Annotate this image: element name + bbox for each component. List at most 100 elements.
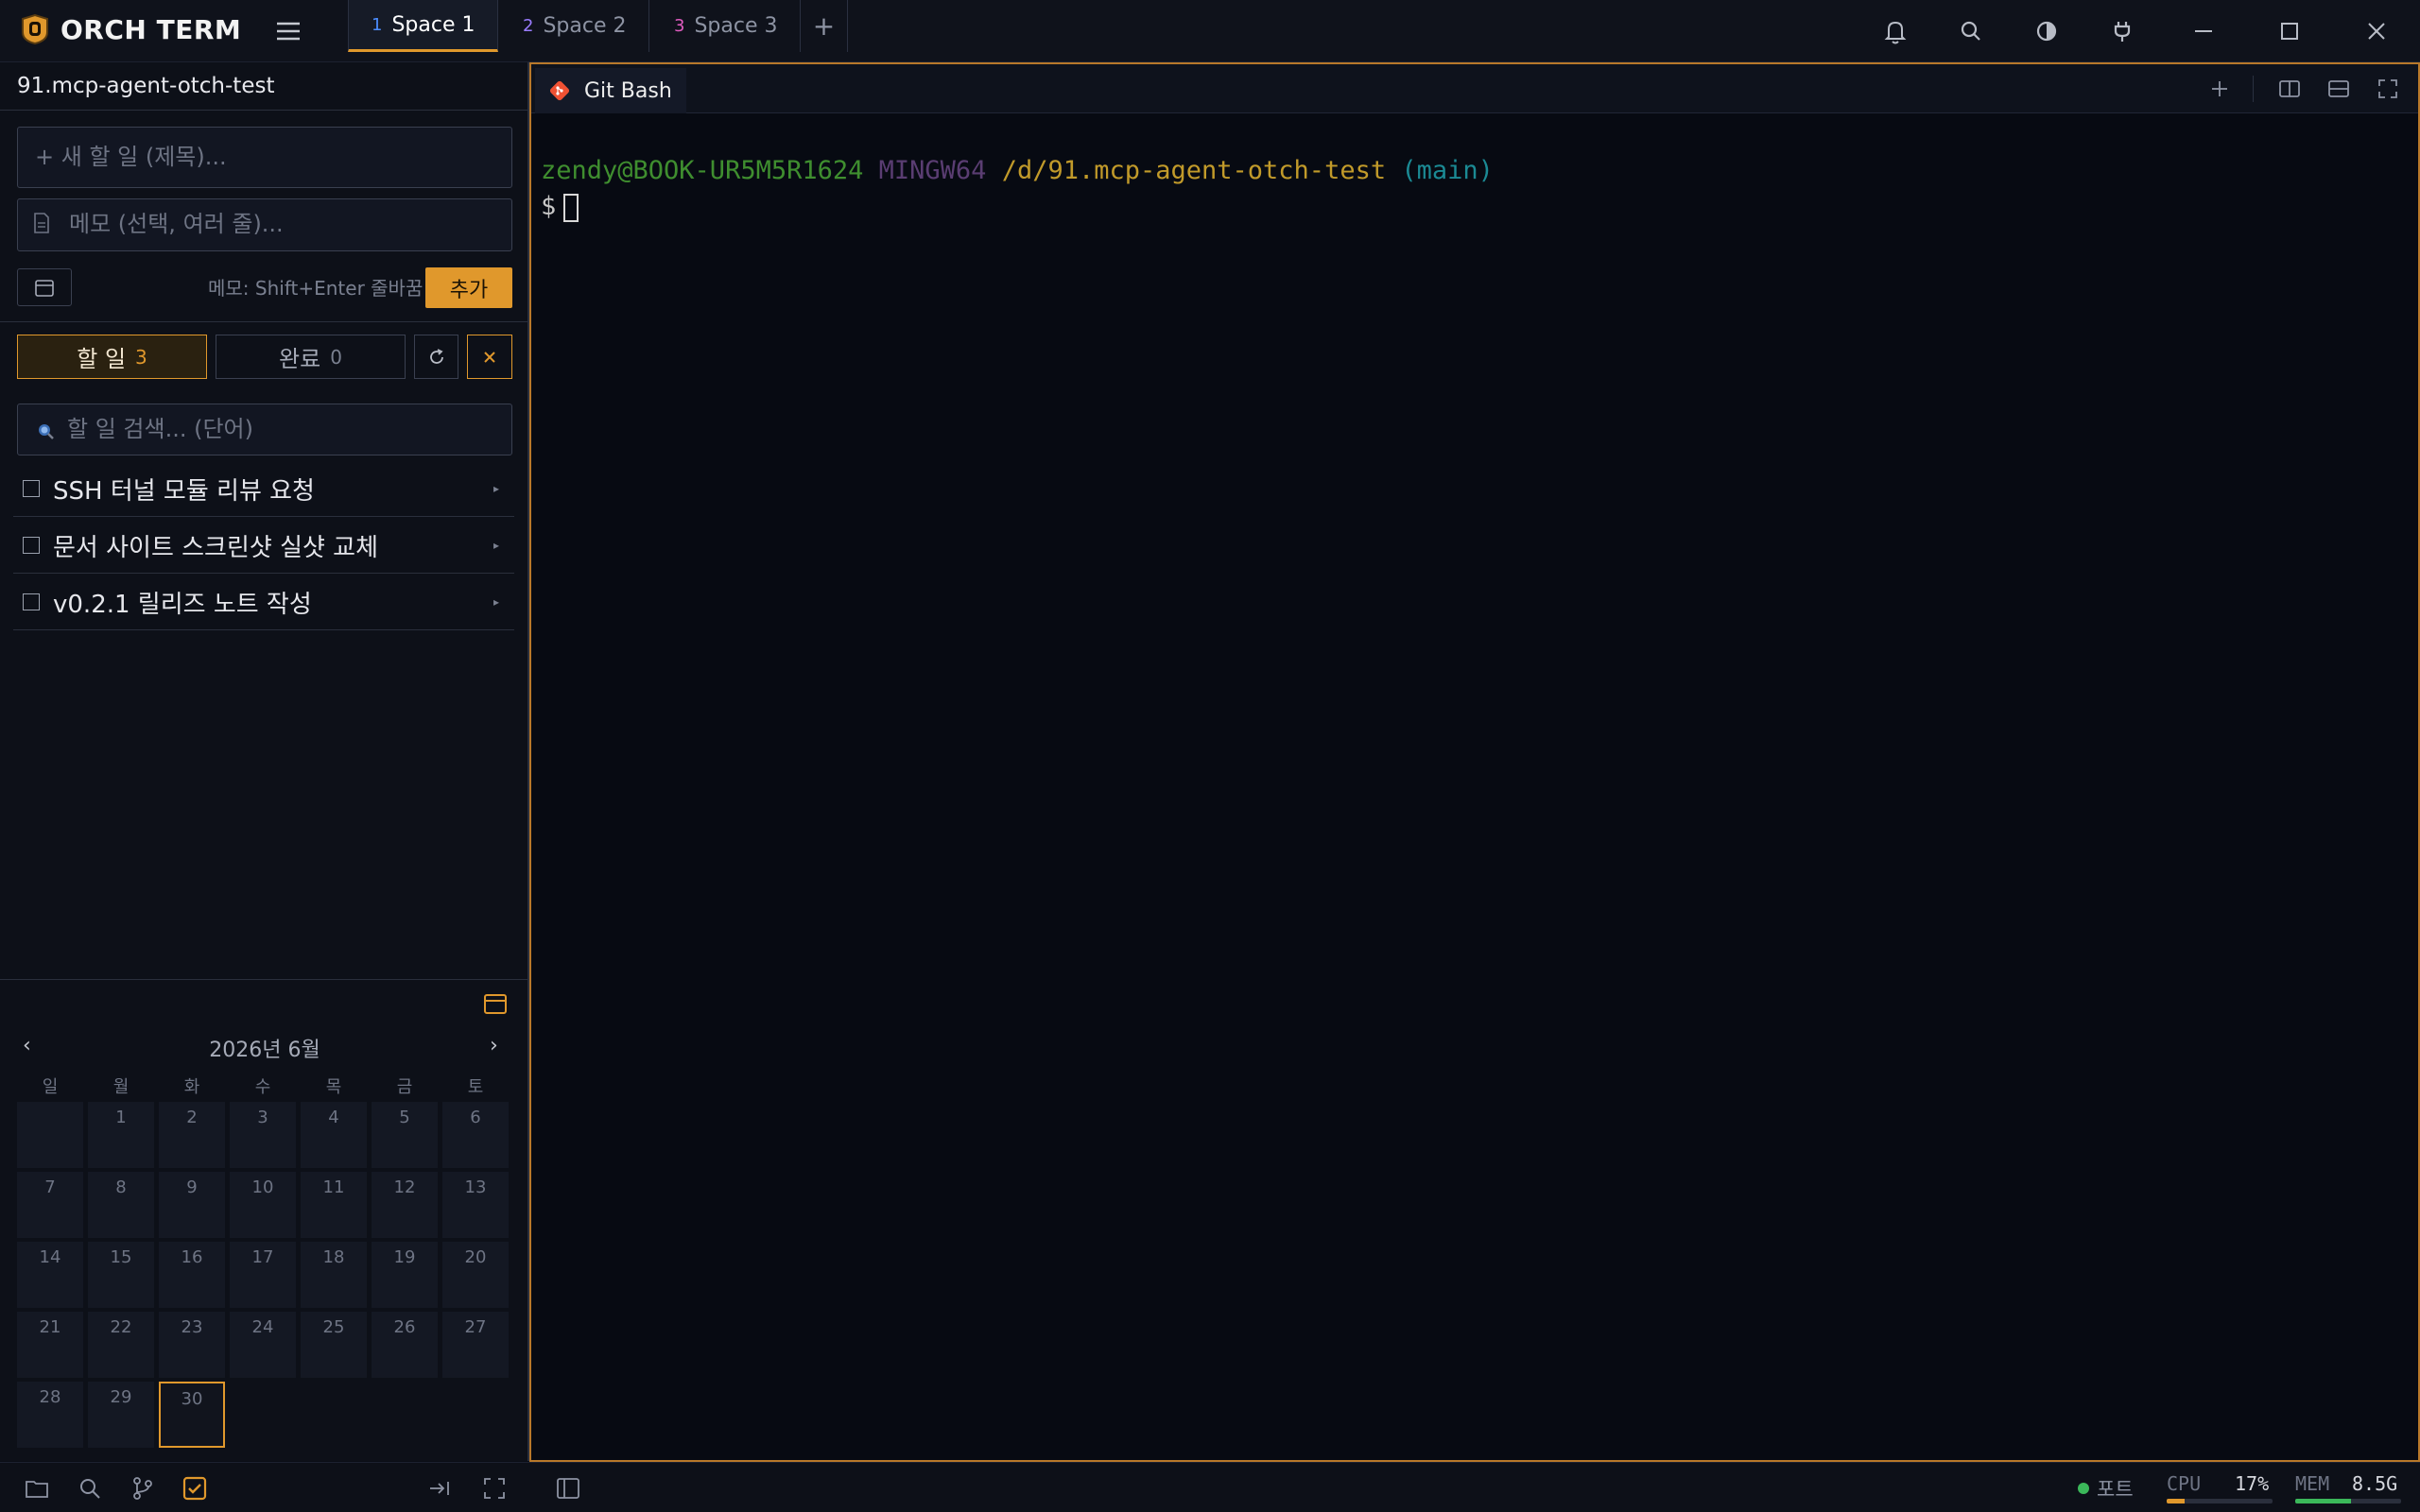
add-space-button[interactable]: + <box>801 0 848 52</box>
calendar-day-today[interactable]: 30 <box>159 1382 225 1448</box>
todo-checkbox[interactable] <box>23 593 40 610</box>
calendar-day[interactable]: 22 <box>88 1312 154 1378</box>
space-number: 1 <box>372 14 383 35</box>
space-number: 3 <box>674 16 685 36</box>
refresh-button[interactable] <box>414 335 458 379</box>
terminal-tab-label: Git Bash <box>584 78 672 103</box>
calendar-toggle-icon[interactable] <box>482 990 509 1017</box>
calendar-weekday: 일 <box>42 1077 59 1097</box>
search-icon[interactable] <box>1955 15 1987 47</box>
mem-usage-fill <box>2295 1499 2352 1503</box>
tab-space-2[interactable]: 2 Space 2 <box>498 0 649 52</box>
calendar-day[interactable]: 28 <box>17 1382 83 1448</box>
sidebar-layout-icon[interactable] <box>554 1474 582 1503</box>
todo-checkbox[interactable] <box>23 480 40 497</box>
document-icon <box>32 212 51 234</box>
bell-icon[interactable] <box>1879 15 1911 47</box>
todo-checkbox[interactable] <box>23 537 40 554</box>
calendar-day[interactable]: 3 <box>230 1102 296 1168</box>
space-number: 2 <box>523 16 534 36</box>
calendar-day[interactable]: 17 <box>230 1242 296 1308</box>
expand-arrow-icon[interactable]: ▸ <box>493 595 499 609</box>
calendar-day[interactable]: 2 <box>159 1102 225 1168</box>
new-terminal-plus-icon[interactable] <box>2206 76 2233 102</box>
tab-todo[interactable]: 할 일 3 <box>17 335 207 379</box>
calendar-day[interactable]: 8 <box>88 1172 154 1238</box>
calendar-day[interactable]: 5 <box>372 1102 438 1168</box>
divider <box>0 110 527 111</box>
calendar-day[interactable]: 4 <box>301 1102 367 1168</box>
split-vertical-icon[interactable] <box>2276 76 2303 102</box>
calendar-day[interactable]: 25 <box>301 1312 367 1378</box>
plug-icon[interactable] <box>2106 15 2138 47</box>
clear-button[interactable] <box>467 335 512 379</box>
todo-item[interactable]: v0.2.1 릴리즈 노트 작성 ▸ <box>13 575 514 630</box>
calendar-day[interactable]: 18 <box>301 1242 367 1308</box>
mem-label: MEM <box>2295 1472 2330 1495</box>
calendar-next-button[interactable]: › <box>490 1034 498 1057</box>
todo-item[interactable]: 문서 사이트 스크린샷 실샷 교체 ▸ <box>13 518 514 574</box>
calendar-day[interactable]: 20 <box>442 1242 509 1308</box>
terminal-pane[interactable] <box>529 62 2420 1462</box>
calendar-weekday: 월 <box>112 1077 130 1097</box>
tab-done[interactable]: 완료 0 <box>216 335 406 379</box>
todo-checklist-icon[interactable] <box>181 1474 209 1503</box>
memo-input[interactable]: 메모 (선택, 여러 줄)... <box>17 198 512 251</box>
calendar-month-label: 2026년 6월 <box>209 1039 320 1062</box>
calendar-day[interactable]: 10 <box>230 1172 296 1238</box>
minimize-icon[interactable] <box>2187 15 2220 47</box>
hamburger-menu-icon[interactable] <box>272 17 304 45</box>
new-todo-input[interactable]: + 새 할 일 (제목)... <box>17 127 512 188</box>
tab-label: 완료 <box>279 346 321 372</box>
mem-usage-bar <box>2295 1499 2401 1503</box>
memo-hint: 메모: Shift+Enter 줄바꿈 <box>208 277 424 300</box>
calendar-day[interactable]: 19 <box>372 1242 438 1308</box>
tab-space-3[interactable]: 3 Space 3 <box>649 0 801 52</box>
refresh-icon <box>429 348 443 364</box>
calendar-day[interactable]: 9 <box>159 1172 225 1238</box>
calendar-day[interactable]: 21 <box>17 1312 83 1378</box>
calendar-day[interactable]: 6 <box>442 1102 509 1168</box>
calendar-day[interactable]: 13 <box>442 1172 509 1238</box>
expand-arrow-icon[interactable]: ▸ <box>493 539 499 552</box>
calendar-day[interactable]: 26 <box>372 1312 438 1378</box>
cpu-label: CPU <box>2167 1472 2202 1495</box>
terminal-output[interactable]: zendy@BOOK-UR5M5R1624 MINGW64 /d/91.mcp-… <box>541 153 1494 225</box>
theme-contrast-icon[interactable] <box>2031 15 2063 47</box>
maximize-icon[interactable] <box>2273 15 2306 47</box>
tab-space-1[interactable]: 1 Space 1 <box>348 0 498 52</box>
port-status[interactable]: 포트 <box>2097 1474 2134 1503</box>
calendar-day[interactable]: 7 <box>17 1172 83 1238</box>
git-branch-icon[interactable] <box>129 1474 157 1503</box>
fullscreen-icon[interactable] <box>2375 76 2401 102</box>
calendar-day[interactable]: 11 <box>301 1172 367 1238</box>
expand-arrow-icon[interactable]: ▸ <box>493 482 499 495</box>
calendar-day[interactable]: 16 <box>159 1242 225 1308</box>
terminal-input-line[interactable]: $ <box>541 189 1494 225</box>
calendar-day[interactable]: 27 <box>442 1312 509 1378</box>
expand-icon[interactable] <box>480 1474 509 1503</box>
close-icon[interactable] <box>2360 15 2393 47</box>
calendar-day[interactable]: 14 <box>17 1242 83 1308</box>
todo-item[interactable]: SSH 터널 모듈 리뷰 요청 ▸ <box>13 461 514 517</box>
calendar-day[interactable]: 12 <box>372 1172 438 1238</box>
calendar-weekday: 목 <box>325 1077 342 1097</box>
calendar-day[interactable]: 1 <box>88 1102 154 1168</box>
calendar-day[interactable]: 24 <box>230 1312 296 1378</box>
terminal-tab-git-bash[interactable]: Git Bash <box>535 68 686 113</box>
calendar-weekday: 수 <box>254 1077 271 1097</box>
date-picker-button[interactable] <box>17 268 72 306</box>
space-label: Space 2 <box>543 14 627 38</box>
terminal-cursor <box>563 193 579 222</box>
add-todo-button[interactable]: 추가 <box>425 267 512 308</box>
calendar-day[interactable]: 23 <box>159 1312 225 1378</box>
search-icon[interactable] <box>76 1474 104 1503</box>
todo-search-input[interactable]: 할 일 검색... (단어) <box>17 404 512 455</box>
calendar-day[interactable]: 29 <box>88 1382 154 1448</box>
cpu-usage-bar <box>2167 1499 2273 1503</box>
collapse-sidebar-icon[interactable] <box>425 1474 454 1503</box>
calendar-prev-button[interactable]: ‹ <box>23 1034 31 1057</box>
split-horizontal-icon[interactable] <box>2325 76 2352 102</box>
folder-icon[interactable] <box>23 1474 51 1503</box>
calendar-day[interactable]: 15 <box>88 1242 154 1308</box>
